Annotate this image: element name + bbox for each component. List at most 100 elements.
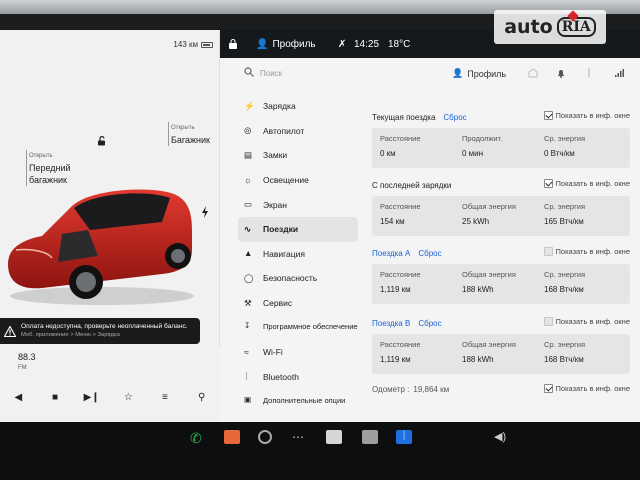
wifi-icon: ≈ [244, 346, 249, 357]
alert-sub: Моб. приложение > Меню > Зарядка [21, 332, 120, 338]
status-profile[interactable]: 👤 Профиль [256, 39, 316, 50]
equalizer-icon[interactable]: ≡ [158, 390, 172, 404]
checkbox-box [543, 111, 553, 120]
rear-trunk-button[interactable]: Открыть Багажник [168, 122, 210, 146]
battery-icon [201, 41, 213, 48]
menu-item-autopilot[interactable]: ◎ Автопилот [238, 119, 358, 144]
stat-label: Расстояние [380, 270, 421, 279]
stat-value: 188 kWh [462, 285, 494, 294]
rear-trunk-label: Багажник [171, 135, 210, 145]
stop-icon[interactable]: ■ [48, 390, 62, 404]
trip-stats-card: Расстояние 1,119 км Общая энергия 188 kWh … [372, 264, 630, 304]
stat-label: Ср. энергия [544, 134, 586, 143]
garage-icon[interactable] [528, 68, 538, 78]
menu-item-bluetooth[interactable]: ᛁ Bluetooth [238, 365, 358, 390]
menu-item-locks[interactable]: ▤ Замки [238, 143, 358, 168]
menu-item-safety[interactable]: ◯ Безопасность [238, 266, 358, 291]
odometer-label: Одометр : [372, 384, 410, 394]
navigation-arrow-icon: ▲ [244, 248, 253, 259]
status-profile-label: Профиль [272, 39, 316, 50]
show-in-car-checkbox[interactable]: Показать в инф. окне [543, 384, 630, 393]
reset-button[interactable]: Сброс [443, 113, 466, 122]
menu-item-software[interactable]: ↧ Программное обеспечение [238, 315, 358, 340]
reset-button[interactable]: Сброс [418, 249, 441, 258]
media-app-icon[interactable] [362, 430, 378, 444]
unlock-icon[interactable] [97, 136, 107, 146]
shield-icon: ◯ [244, 272, 254, 283]
volume-icon[interactable]: ◀) [494, 430, 510, 444]
header-bluetooth-icon[interactable]: ᛁ [586, 68, 596, 79]
menu-label: Зарядка [263, 101, 296, 112]
trip-stats-card: Расстояние 0 км Продолжит. 0 мин Ср. энерг… [372, 128, 630, 168]
clock: 14:25 [354, 39, 380, 50]
mute-icon: ✗ [338, 39, 347, 50]
settings-search-input[interactable] [260, 66, 380, 80]
stat-value: 154 км [380, 217, 405, 226]
car-lock-icon[interactable] [228, 39, 238, 49]
car-image [8, 189, 194, 305]
stat-label: Расстояние [380, 340, 421, 349]
payment-alert[interactable]: Оплата недоступна, проверьте неоплаченны… [0, 318, 200, 344]
checkbox-label: Показать в инф. окне [555, 179, 630, 188]
stat-value: 165 Втч/км [544, 217, 584, 226]
watermark-logo: auto RIA [494, 10, 606, 44]
menu-item-service[interactable]: ⚒ Сервис [238, 291, 358, 316]
media-search-icon[interactable]: ⚲ [195, 390, 209, 404]
more-apps-icon[interactable]: ⋯ [292, 430, 308, 444]
menu-label: Безопасность [263, 273, 318, 284]
checkbox-label: Показать в инф. окне [555, 384, 630, 393]
menu-label: Освещение [263, 175, 309, 186]
profile-icon: 👤 [256, 39, 269, 50]
checkbox-box [543, 384, 553, 393]
section-title: С последней зарядки [372, 180, 452, 190]
menu-label: Сервис [263, 298, 293, 309]
previous-icon[interactable]: ◀ [11, 390, 25, 404]
camera-icon[interactable] [258, 430, 272, 444]
notes-app-icon[interactable] [326, 430, 342, 444]
charging-bolt-icon: ⚡ [244, 100, 255, 111]
wrench-icon: ⚒ [244, 297, 252, 308]
range-value: 143 км [173, 40, 198, 49]
stat-value: 1,119 км [380, 355, 411, 364]
menu-label: Автопилот [263, 125, 305, 136]
charge-port-icon[interactable] [201, 206, 209, 218]
menu-item-upgrades[interactable]: ▣ Дополнительные опции [238, 389, 358, 414]
settings-header: 👤 Профиль ᛁ [232, 62, 636, 86]
phone-icon[interactable]: ✆ [190, 430, 206, 446]
menu-item-navigation[interactable]: ▲ Навигация [238, 242, 358, 267]
stat-label: Общая энергия [462, 202, 516, 211]
trip-stats-card: Расстояние 154 км Общая энергия 25 kWh Ср.… [372, 196, 630, 236]
menu-item-wifi[interactable]: ≈ Wi-Fi [238, 340, 358, 365]
checkbox-box [543, 179, 553, 188]
bell-icon[interactable] [556, 68, 566, 78]
odometer-row: Одометр : 19,864 км Показать в инф. окне [372, 382, 630, 396]
stat-value: 188 kWh [462, 355, 494, 364]
stat-value: 0 мин [462, 149, 484, 158]
stat-label: Продолжит. [462, 134, 503, 143]
next-icon[interactable]: ▶❙ [84, 390, 100, 404]
favorite-star-icon[interactable]: ☆ [121, 390, 135, 404]
menu-item-trips[interactable]: ∿ Поездки [238, 216, 358, 242]
odometer-value: 19,864 км [413, 384, 450, 394]
show-in-car-checkbox[interactable]: Показать в инф. окне [543, 111, 630, 120]
warning-icon [4, 325, 16, 337]
show-in-car-checkbox[interactable]: Показать в инф. окне [543, 247, 630, 256]
menu-item-lighting[interactable]: ☼ Освещение [238, 168, 358, 193]
header-profile-icon: 👤 [452, 68, 464, 78]
touchscreen: 143 км Открыть Передний багажник Открыть… [0, 30, 640, 422]
show-in-car-checkbox[interactable]: Показать в инф. окне [543, 317, 630, 326]
dock-bluetooth-icon[interactable]: ᛁ [396, 430, 412, 444]
menu-label: Замки [263, 150, 288, 161]
show-in-car-checkbox[interactable]: Показать в инф. окне [543, 179, 630, 188]
signal-icon [615, 69, 624, 77]
menu-item-charging[interactable]: ⚡ Зарядка [238, 94, 358, 119]
menu-item-display[interactable]: ▭ Экран [238, 192, 358, 217]
reset-button[interactable]: Сброс [418, 319, 441, 328]
rear-trunk-action: Открыть [171, 125, 195, 131]
calendar-app-icon[interactable] [224, 430, 240, 444]
stat-value: 168 Втч/км [544, 355, 584, 364]
stat-label: Расстояние [380, 134, 421, 143]
front-trunk-label-1: Передний [29, 163, 71, 173]
header-profile-button[interactable]: 👤 Профиль [452, 68, 506, 79]
stat-value: 1,119 км [380, 285, 411, 294]
